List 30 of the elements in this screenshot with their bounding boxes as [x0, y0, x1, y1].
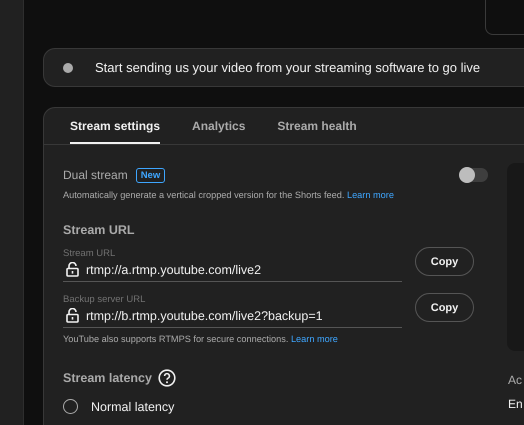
help-icon[interactable] [158, 369, 176, 387]
setting-label: Dual stream [63, 168, 128, 182]
status-dot [63, 62, 73, 72]
url-field[interactable]: Backup server URL rtmp://b.rtmp.youtube.com/live2?backup=1 [63, 289, 402, 328]
lock-icon [66, 262, 79, 277]
new-badge: New [136, 168, 166, 182]
copy-button[interactable]: Copy [415, 293, 474, 322]
tab[interactable]: Analytics [192, 108, 262, 144]
url-text: rtmp://a.rtmp.youtube.com/live2 [86, 262, 262, 276]
option-label: Normal latency [91, 400, 174, 414]
setting-description: Automatically generate a vertical cropped version for the Shorts feed. Learn more [63, 190, 395, 200]
url-field[interactable]: Stream URL rtmp://a.rtmp.youtube.com/live2 [63, 243, 402, 282]
tab[interactable]: Stream health [277, 108, 373, 144]
section-heading: Stream URL [63, 223, 136, 237]
side-text: Ac [507, 373, 522, 387]
toggle-switch[interactable] [460, 168, 488, 182]
side-text: En [507, 397, 523, 411]
learn-more-link[interactable]: Learn more [346, 190, 394, 200]
url-text: rtmp://b.rtmp.youtube.com/live2?backup=1 [86, 308, 323, 322]
preview-card [485, 0, 524, 35]
field-label: Backup server URL [63, 294, 146, 305]
status-message: Start sending us your video from your streaming software to go live [95, 60, 480, 75]
copy-button[interactable]: Copy [415, 247, 474, 276]
field-label: Stream URL [63, 248, 116, 259]
section-heading: Stream latency [63, 371, 152, 385]
learn-more-link[interactable]: Learn more [290, 334, 338, 344]
radio-button[interactable] [63, 399, 78, 414]
info-text: YouTube also supports RTMPS for secure connections. Learn more [63, 334, 339, 344]
tab[interactable]: Stream settings [70, 108, 160, 144]
lock-icon [66, 308, 79, 323]
